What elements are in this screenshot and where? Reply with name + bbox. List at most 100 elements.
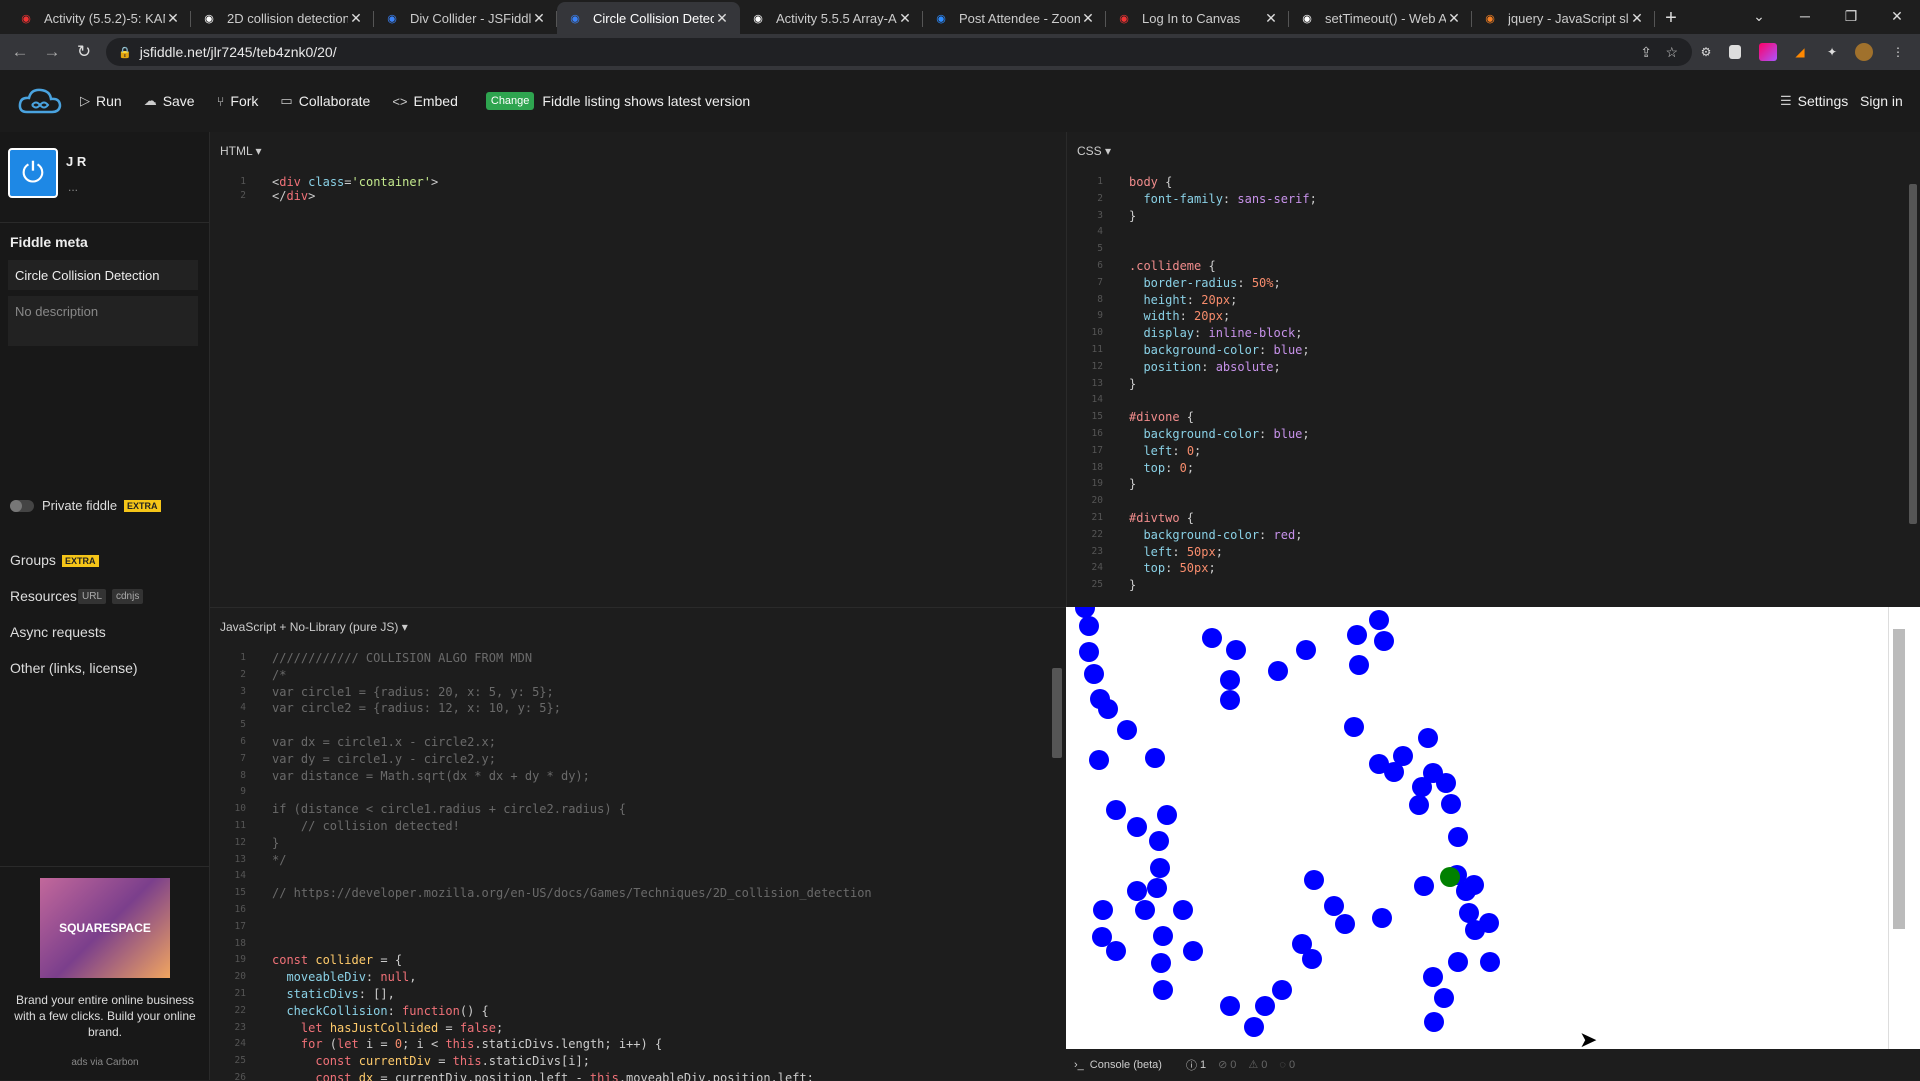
code-line[interactable]: }	[1129, 476, 1136, 493]
code-line[interactable]: display: inline-block;	[1129, 325, 1302, 342]
profile-avatar[interactable]	[1855, 43, 1873, 61]
close-tab-icon[interactable]: ✕	[1263, 10, 1279, 27]
code-line[interactable]: left: 0;	[1129, 443, 1201, 460]
js-scrollbar-thumb[interactable]	[1052, 668, 1062, 758]
code-line[interactable]: top: 0;	[1129, 460, 1194, 477]
minimize-icon[interactable]: ─	[1782, 0, 1828, 32]
css-pane-label[interactable]: CSS ▾	[1067, 132, 1920, 158]
menu-kebab-icon[interactable]: ⋮	[1889, 43, 1907, 61]
code-line[interactable]: var dx = circle1.x - circle2.x;	[272, 734, 496, 751]
code-line[interactable]: staticDivs: [],	[272, 986, 394, 1003]
code-line[interactable]: */	[272, 852, 286, 869]
embed-button[interactable]: <> Embed	[392, 93, 458, 109]
code-line[interactable]: var circle1 = {radius: 20, x: 5, y: 5};	[272, 684, 554, 701]
result-iframe[interactable]	[1066, 607, 1888, 1049]
close-tab-icon[interactable]: ✕	[348, 10, 364, 27]
save-button[interactable]: ☁ Save	[144, 93, 195, 109]
console-label[interactable]: Console (beta)	[1090, 1059, 1162, 1071]
extensions-puzzle-icon[interactable]: ✦	[1823, 43, 1841, 61]
code-line[interactable]: position: absolute;	[1129, 359, 1280, 376]
jsfiddle-logo-icon[interactable]	[0, 86, 80, 116]
code-line[interactable]: //////////// COLLISION ALGO FROM MDN	[272, 650, 532, 667]
browser-tab[interactable]: ◉ Div Collider - JSFiddle ✕	[374, 2, 557, 34]
code-line[interactable]: width: 20px;	[1129, 308, 1230, 325]
browser-tab[interactable]: ◉ Activity (5.5.2)-5: KANS✕	[8, 2, 191, 34]
code-line[interactable]: background-color: red;	[1129, 527, 1302, 544]
close-tab-icon[interactable]: ✕	[1446, 10, 1462, 27]
run-button[interactable]: ▷ Run	[80, 93, 122, 109]
extension-gear-icon[interactable]: ⚙	[1697, 43, 1715, 61]
close-tab-icon[interactable]: ✕	[897, 10, 913, 27]
browser-tab[interactable]: ◉ Log In to Canvas ✕	[1106, 2, 1289, 34]
code-line[interactable]: /*	[272, 667, 286, 684]
ad-via[interactable]: ads via Carbon	[10, 1057, 200, 1068]
avatar[interactable]: ⏻	[8, 148, 58, 198]
code-line[interactable]: </div>	[272, 188, 315, 205]
code-line[interactable]: body {	[1129, 174, 1172, 191]
code-line[interactable]: font-family: sans-serif;	[1129, 191, 1316, 208]
forward-icon[interactable]: →	[36, 36, 68, 68]
async-requests-link[interactable]: Async requests	[10, 624, 106, 640]
result-scrollbar-thumb[interactable]	[1893, 629, 1905, 929]
code-line[interactable]: border-radius: 50%;	[1129, 275, 1280, 292]
code-line[interactable]: left: 50px;	[1129, 544, 1223, 561]
console-info-icon[interactable]: ⓘ	[1186, 1057, 1197, 1073]
extension-doc-icon[interactable]	[1729, 45, 1741, 59]
moveable-circle[interactable]	[1440, 867, 1460, 887]
code-line[interactable]: }	[272, 835, 279, 852]
cdnjs-badge[interactable]: cdnjs	[112, 589, 144, 604]
js-pane-label[interactable]: JavaScript + No-Library (pure JS) ▾	[210, 608, 1066, 634]
ad-text[interactable]: Brand your entire online business with a…	[10, 992, 200, 1040]
code-line[interactable]: #divtwo {	[1129, 510, 1194, 527]
new-tab-button[interactable]: +	[1655, 2, 1687, 34]
share-icon[interactable]: ⇪	[1640, 44, 1652, 61]
code-line[interactable]: // collision detected!	[272, 818, 460, 835]
close-tab-icon[interactable]: ✕	[531, 10, 547, 27]
code-line[interactable]: }	[1129, 577, 1136, 594]
code-line[interactable]: moveableDiv: null,	[272, 969, 416, 986]
close-tab-icon[interactable]: ✕	[714, 10, 730, 27]
extension-arrow-icon[interactable]: ◢	[1791, 43, 1809, 61]
close-tab-icon[interactable]: ✕	[1080, 10, 1096, 27]
fiddle-description-input[interactable]: No description	[8, 296, 198, 346]
groups-link[interactable]: Groups	[10, 552, 56, 568]
code-line[interactable]: background-color: blue;	[1129, 342, 1309, 359]
url-badge[interactable]: URL	[78, 589, 107, 604]
code-line[interactable]: var distance = Math.sqrt(dx * dx + dy * …	[272, 768, 590, 785]
settings-button[interactable]: ☰ Settings	[1780, 93, 1848, 109]
result-scrollbar[interactable]	[1888, 607, 1920, 1049]
code-line[interactable]: height: 20px;	[1129, 292, 1237, 309]
code-line[interactable]: var circle2 = {radius: 12, x: 10, y: 5};	[272, 700, 561, 717]
private-toggle[interactable]	[10, 500, 34, 512]
browser-tab[interactable]: ◉ jquery - JavaScript sle ✕	[1472, 2, 1655, 34]
bookmark-star-icon[interactable]: ☆	[1665, 44, 1678, 61]
code-line[interactable]: let hasJustCollided = false;	[272, 1020, 503, 1037]
back-icon[interactable]: ←	[4, 36, 36, 68]
browser-tab[interactable]: ◉ 2D collision detection ✕	[191, 2, 374, 34]
browser-tab[interactable]: ◉ Circle Collision Detecti ✕	[557, 2, 740, 34]
console-error-icon[interactable]: ⊘	[1218, 1058, 1227, 1071]
tab-search-icon[interactable]: ⌄	[1736, 0, 1782, 32]
browser-tab[interactable]: ◉ Activity 5.5.5 Array-Au ✕	[740, 2, 923, 34]
code-line[interactable]: if (distance < circle1.radius + circle2.…	[272, 801, 626, 818]
css-editor[interactable]: 1 body {2 font-family: sans-serif; 3} 4 5 6 .c…	[1067, 174, 1897, 605]
close-tab-icon[interactable]: ✕	[165, 10, 181, 27]
code-line[interactable]: const dx = currentDiv.position.left - th…	[272, 1070, 814, 1081]
code-line[interactable]: // https://developer.mozilla.org/en-US/d…	[272, 885, 872, 902]
code-line[interactable]: var dy = circle1.y - circle2.y;	[272, 751, 496, 768]
code-line[interactable]: #divone {	[1129, 409, 1194, 426]
css-scrollbar-thumb[interactable]	[1909, 184, 1917, 524]
restore-icon[interactable]: ❐	[1828, 0, 1874, 32]
browser-tab[interactable]: ◉ Post Attendee - Zoom ✕	[923, 2, 1106, 34]
url-bar[interactable]: 🔒 jsfiddle.net/jlr7245/teb4znk0/20/ ⇪ ☆	[106, 38, 1692, 66]
reload-icon[interactable]: ↻	[68, 36, 100, 68]
collaborate-button[interactable]: ▭ Collaborate	[280, 93, 370, 109]
close-tab-icon[interactable]: ✕	[1629, 10, 1645, 27]
code-line[interactable]: for (let i = 0; i < this.staticDivs.leng…	[272, 1036, 662, 1053]
css-scrollbar[interactable]	[1908, 174, 1918, 605]
close-window-icon[interactable]: ✕	[1874, 0, 1920, 32]
console-warning-icon[interactable]: ⚠	[1248, 1058, 1258, 1071]
code-line[interactable]: const currentDiv = this.staticDivs[i];	[272, 1053, 590, 1070]
squarespace-ad-image[interactable]: SQUARESPACE	[40, 878, 170, 978]
code-line[interactable]: top: 50px;	[1129, 560, 1215, 577]
